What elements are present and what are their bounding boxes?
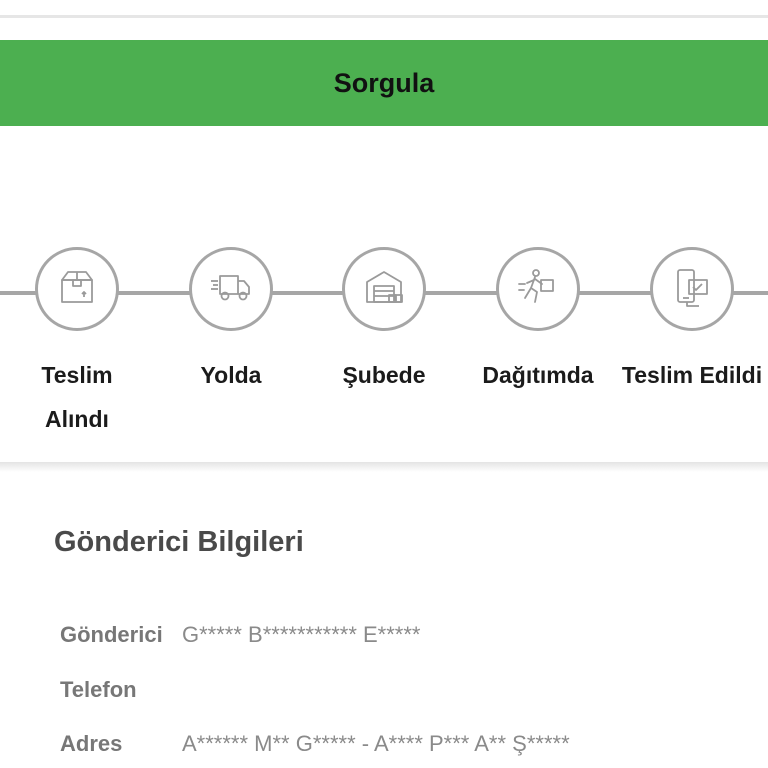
status-step-in-transit: Yolda [156, 247, 306, 397]
status-step-delivered: Teslim Edildi [617, 247, 767, 397]
sender-name-value: G***** B*********** E***** [182, 622, 421, 647]
sender-name-label: Gönderici [60, 622, 163, 647]
tracking-page: Sorgula Teslim Alındı Yolda Şubede Dağıt… [0, 0, 768, 768]
sender-address-value: A****** M** G***** - A**** P*** A** Ş***… [182, 731, 570, 756]
sender-phone-label: Telefon [60, 677, 137, 702]
status-step-circle [189, 247, 273, 331]
status-step-circle [496, 247, 580, 331]
tracking-number-input[interactable] [0, 0, 768, 18]
status-step-circle [650, 247, 734, 331]
status-step-label: Yolda [200, 362, 262, 388]
query-button[interactable]: Sorgula [0, 40, 768, 126]
status-step-label: Teslim Edildi [621, 362, 763, 388]
status-step-received: Teslim Alındı [2, 247, 152, 441]
sender-name-row: Gönderici G***** B*********** E***** [60, 620, 420, 650]
package-icon [54, 264, 100, 315]
shipment-status-tracker: Teslim Alındı Yolda Şubede Dağıtımda Tes… [0, 240, 768, 440]
status-step-label: Teslim Alındı [41, 362, 113, 432]
status-step-circle [342, 247, 426, 331]
sender-address-row: Adres A****** M** G***** - A**** P*** A*… [60, 729, 570, 759]
status-step-at-branch: Şubede [309, 247, 459, 397]
sender-info-title: Gönderici Bilgileri [54, 526, 304, 558]
section-divider [0, 462, 768, 472]
courier-running-icon [515, 264, 561, 315]
warehouse-icon [361, 264, 407, 315]
phone-delivered-icon [669, 264, 715, 315]
sender-phone-row: Telefon [60, 675, 182, 705]
delivery-truck-icon [208, 264, 254, 315]
status-step-label: Şubede [342, 362, 426, 388]
status-step-label: Dağıtımda [482, 362, 594, 388]
query-button-label: Sorgula [333, 67, 435, 98]
sender-address-label: Adres [60, 731, 123, 756]
status-step-circle [35, 247, 119, 331]
status-step-out-for-delivery: Dağıtımda [463, 247, 613, 397]
